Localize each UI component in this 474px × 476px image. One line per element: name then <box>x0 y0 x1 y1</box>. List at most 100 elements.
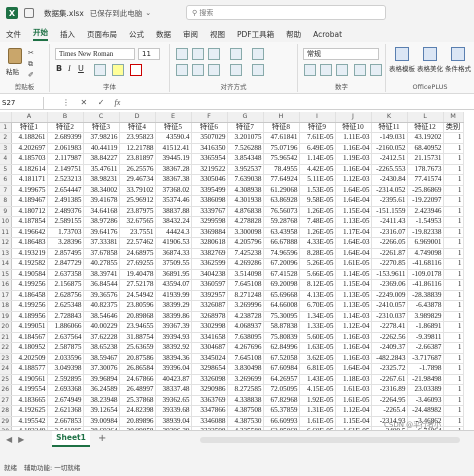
cell[interactable]: 25.63659 <box>119 342 156 354</box>
cell[interactable]: 37.67858 <box>83 248 120 259</box>
cell[interactable]: 1 <box>443 374 464 385</box>
align-left-icon[interactable] <box>176 64 188 76</box>
cell[interactable]: 63.43958 <box>263 227 300 238</box>
cell[interactable]: 39.00984 <box>83 416 120 427</box>
cell[interactable]: 4.199051 <box>11 321 48 333</box>
cell[interactable]: 4.184567 <box>11 332 48 343</box>
row-number[interactable]: 29 <box>0 416 12 427</box>
cell[interactable]: 178.7673 <box>407 164 444 175</box>
cell[interactable]: 1.16E-04 <box>335 342 372 354</box>
align-top-icon[interactable] <box>176 48 188 60</box>
cell[interactable]: 4.068937 <box>227 321 264 333</box>
cell[interactable]: 33.79102 <box>119 185 156 196</box>
table-beautify-button[interactable]: 表格美化 <box>416 47 444 79</box>
cell[interactable]: 7.645108 <box>227 279 264 291</box>
cell[interactable]: 3369884 <box>191 227 228 238</box>
cell[interactable]: 3.830498 <box>227 363 264 375</box>
cell[interactable]: 2.589155 <box>47 216 84 228</box>
row-number[interactable]: 6 <box>0 174 12 186</box>
cell[interactable]: 22.57462 <box>119 237 156 249</box>
cell[interactable]: 1.15E-04 <box>335 206 372 217</box>
cell[interactable]: -2316.89 <box>371 384 408 396</box>
cell[interactable]: 39394.93 <box>155 332 192 343</box>
row-number[interactable]: 19 <box>0 311 12 322</box>
cell[interactable]: 4.202509 <box>11 353 48 364</box>
cell[interactable]: 1 <box>443 416 464 427</box>
cell[interactable]: 4.195542 <box>11 416 48 427</box>
cell[interactable]: 1 <box>443 353 464 364</box>
header-cell[interactable]: 特征7 <box>227 122 264 133</box>
cell[interactable]: 3.62E-05 <box>299 353 336 364</box>
cell[interactable]: 1.63E-05 <box>299 342 336 354</box>
tab-2[interactable]: 插入 <box>60 29 75 40</box>
sheet-nav-arrows[interactable]: ◀▶ <box>6 435 30 444</box>
cell[interactable]: 25.96912 <box>119 195 156 207</box>
cell[interactable]: 39.36576 <box>83 290 120 301</box>
cell[interactable]: 67.60984 <box>263 363 300 375</box>
cell[interactable]: -6.43878 <box>407 300 444 312</box>
cell[interactable]: 4.15E-05 <box>299 384 336 396</box>
cell[interactable]: 35374.46 <box>155 195 192 207</box>
cell[interactable]: 6.969001 <box>407 237 444 249</box>
cut-icon[interactable]: ✂ <box>28 49 34 57</box>
cell[interactable]: -21.98498 <box>407 374 444 385</box>
cell[interactable]: 20.89896 <box>119 416 156 427</box>
tab-7[interactable]: 视图 <box>210 29 225 40</box>
cell[interactable]: 38.65238 <box>83 342 120 354</box>
cell[interactable]: -2369.06 <box>371 279 408 291</box>
cell[interactable]: -2249.009 <box>371 290 408 301</box>
cell[interactable]: -2.66387 <box>407 342 444 354</box>
cell[interactable]: 12.21788 <box>119 143 156 154</box>
header-cell[interactable]: 特征11 <box>371 122 408 133</box>
cell[interactable]: -2310.037 <box>371 311 408 322</box>
cell[interactable]: 4.193219 <box>11 248 48 259</box>
cell[interactable]: 1.16E-03 <box>335 353 372 364</box>
cell[interactable]: 4.338838 <box>227 395 264 406</box>
cell[interactable]: 25.37868 <box>119 395 156 406</box>
cell[interactable]: 1 <box>443 248 464 259</box>
cell[interactable]: 59.28768 <box>263 216 300 228</box>
cell[interactable]: 3219522 <box>191 164 228 175</box>
format-painter-icon[interactable]: ✐ <box>28 71 34 79</box>
cell[interactable]: 26.48997 <box>119 384 156 396</box>
tab-10[interactable]: Acrobat <box>313 30 342 39</box>
cell[interactable]: -2262.56 <box>371 332 408 343</box>
cell[interactable]: 8.272585 <box>227 384 264 396</box>
cell[interactable]: -9.39811 <box>407 332 444 343</box>
cell[interactable]: 36891.95 <box>155 269 192 280</box>
cell[interactable]: 38.54646 <box>83 311 120 322</box>
align-middle-icon[interactable] <box>192 48 204 60</box>
cell[interactable]: 1 <box>443 185 464 196</box>
cell[interactable]: 1.26E-05 <box>299 227 336 238</box>
cell[interactable]: 4.180712 <box>11 206 48 217</box>
cell[interactable]: 67.20096 <box>263 258 300 270</box>
bold-button[interactable]: B <box>56 64 62 73</box>
row-number[interactable]: 18 <box>0 300 12 312</box>
cell[interactable]: 4.199675 <box>11 185 48 196</box>
cell[interactable]: -1.7898 <box>407 363 444 375</box>
cell[interactable]: 4.196642 <box>11 227 48 238</box>
cell[interactable]: 3346088 <box>191 416 228 427</box>
cell[interactable]: 5.66E-05 <box>299 269 336 280</box>
cell[interactable]: 39339.68 <box>155 405 192 417</box>
cell[interactable]: -2325.72 <box>371 363 408 375</box>
cell[interactable]: 36.24589 <box>83 384 120 396</box>
cell[interactable]: -25.86869 <box>407 185 444 196</box>
cell[interactable]: 1.43E-05 <box>299 374 336 385</box>
cell[interactable]: 39.41678 <box>83 195 120 207</box>
add-sheet-button[interactable]: + <box>98 433 106 444</box>
cell[interactable]: 1 <box>443 395 464 406</box>
cell[interactable]: -2267.61 <box>371 374 408 385</box>
cell[interactable]: 58.87838 <box>263 321 300 333</box>
fx-icon[interactable]: fx <box>115 98 121 107</box>
cell[interactable]: 1 <box>443 143 464 154</box>
cell[interactable]: 4.190584 <box>11 269 48 280</box>
decrease-decimal-icon[interactable] <box>370 64 382 76</box>
row-number[interactable]: 20 <box>0 321 12 333</box>
indent-icon[interactable] <box>230 64 242 76</box>
cell[interactable]: 2.489376 <box>47 206 84 217</box>
cell[interactable]: 38367.28 <box>155 164 192 175</box>
cell[interactable]: 3326087 <box>191 300 228 312</box>
cell[interactable]: 1.15E-04 <box>335 279 372 291</box>
column-header[interactable]: F <box>191 112 228 123</box>
